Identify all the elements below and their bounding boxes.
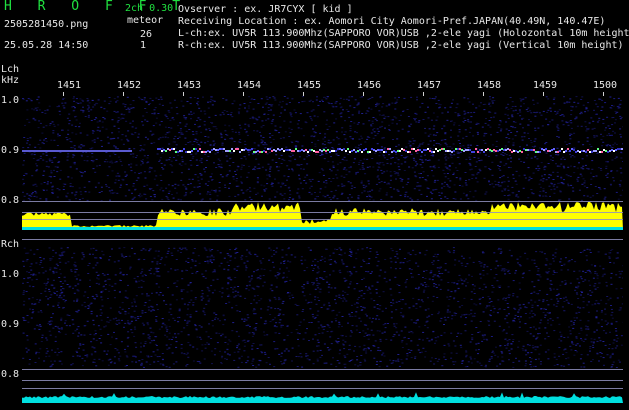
rch-info-line: R-ch:ex. UV5R 113.900Mhz(SAPPORO VOR)USB… [178, 40, 624, 51]
rch-separator-line [22, 380, 623, 381]
date-time: 25.05.28 14:50 [4, 40, 89, 51]
time-tick: 1451 [57, 80, 82, 91]
file-name: 2505281450.png [4, 19, 89, 30]
panel-divider-line [22, 239, 623, 240]
observer-line: Ovserver : ex. JR7CYX [ kid ] [178, 4, 353, 15]
lch-separator-line [22, 212, 623, 213]
rch-separator-line [22, 388, 623, 389]
lch-freq-1.0: 1.0 [1, 95, 20, 106]
location-line: Receiving Location : ex. Aomori City Aom… [178, 16, 606, 27]
rch-meteor-count: 1 [140, 40, 147, 51]
mode-label: 2ch 0.30 [125, 3, 174, 14]
time-tick: 1458 [477, 80, 502, 91]
time-tick: 1455 [297, 80, 322, 91]
unit-label: kHz [1, 75, 20, 86]
lch-label: Lch [1, 64, 20, 75]
time-tick: 1456 [357, 80, 382, 91]
rch-freq-0.9: 0.9 [1, 319, 20, 330]
lch-freq-0.9: 0.9 [1, 145, 20, 156]
lch-info-line: L-ch:ex. UV5R 113.900Mhz(SAPPORO VOR)USB… [178, 28, 629, 39]
lch-freq-0.8: 0.8 [1, 195, 20, 206]
time-tick: 1452 [117, 80, 142, 91]
time-tick: 1454 [237, 80, 262, 91]
lch-axis-label: Lch kHz [1, 64, 19, 86]
time-tick: 1453 [177, 80, 202, 91]
lch-spectrogram [22, 96, 623, 231]
rch-freq-1.0: 1.0 [1, 269, 20, 280]
lch-separator-line [22, 219, 623, 220]
rch-label: Rch [1, 239, 20, 250]
time-tick: 1459 [533, 80, 558, 91]
time-tick: 1457 [417, 80, 442, 91]
meteor-label: meteor [127, 15, 164, 26]
time-tick: 1500 [593, 80, 618, 91]
rch-freq-0.8: 0.8 [1, 369, 20, 380]
lch-separator-line [22, 201, 623, 202]
rch-separator-line [22, 369, 623, 370]
